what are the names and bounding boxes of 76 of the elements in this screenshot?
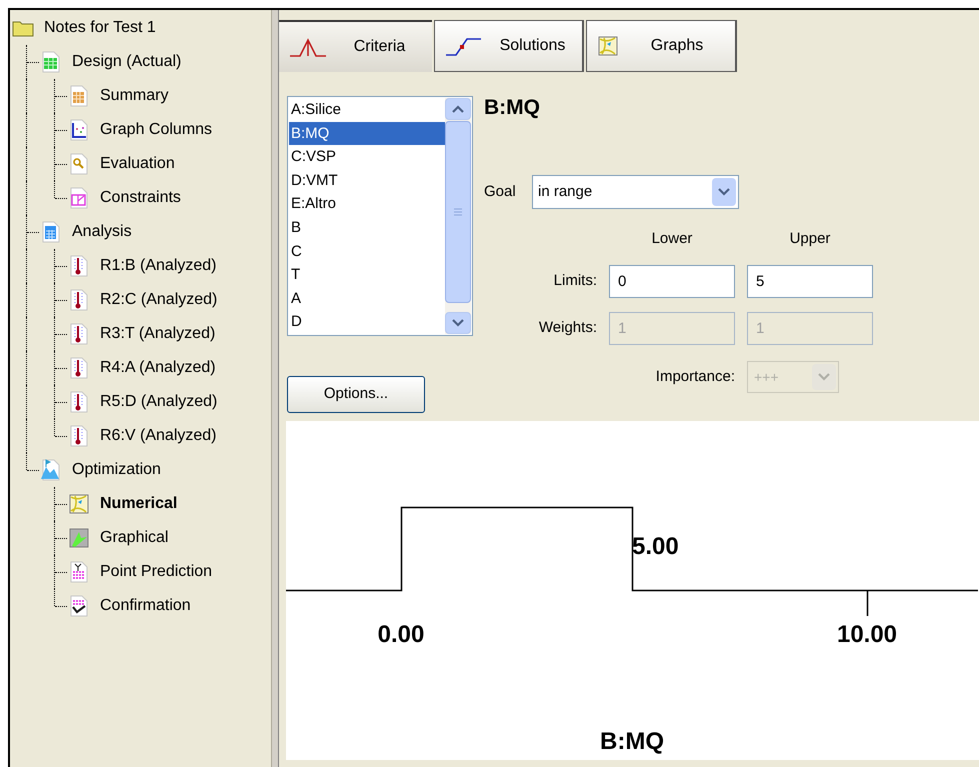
scroll-thumb[interactable] bbox=[445, 121, 471, 303]
tree-item[interactable]: R1:B (Analyzed) bbox=[100, 254, 216, 278]
tree-item[interactable]: Evaluation bbox=[100, 152, 175, 176]
input-field[interactable]: 5 bbox=[747, 265, 873, 298]
tree-item[interactable]: Notes for Test 1 bbox=[44, 16, 156, 40]
scatter-plot-icon bbox=[68, 119, 90, 141]
peak-curve-icon bbox=[289, 36, 327, 58]
limit-label: 5.00 bbox=[632, 534, 679, 560]
list-item[interactable]: D:VMT bbox=[289, 168, 445, 192]
list-item[interactable]: E:Altro bbox=[289, 192, 445, 216]
magnifier-icon bbox=[68, 153, 90, 175]
tree-item[interactable]: Graphical bbox=[100, 526, 168, 550]
mountain-icon bbox=[40, 459, 62, 481]
axis-title: B:MQ bbox=[599, 729, 665, 755]
tree-item[interactable]: R5:D (Analyzed) bbox=[100, 390, 218, 414]
tree-item[interactable]: Analysis bbox=[72, 220, 132, 244]
table-document-icon bbox=[68, 85, 90, 107]
region-icon bbox=[68, 527, 90, 549]
column-header: Lower bbox=[650, 229, 694, 249]
tree-item[interactable]: Point Prediction bbox=[100, 560, 212, 584]
tab[interactable]: Graphs bbox=[586, 20, 737, 72]
grip-icon bbox=[453, 208, 463, 216]
list-item[interactable]: C:VSP bbox=[289, 145, 445, 169]
column-header: Upper bbox=[788, 229, 832, 249]
tree-item[interactable]: R2:C (Analyzed) bbox=[100, 288, 218, 312]
ramp-curve-icon bbox=[445, 35, 483, 57]
list-item[interactable]: A bbox=[289, 286, 445, 310]
scroll-down-button[interactable] bbox=[445, 312, 471, 334]
thermometer-icon bbox=[68, 255, 90, 277]
goal-label: Goal bbox=[484, 182, 517, 202]
row-label: Limits: bbox=[552, 271, 597, 292]
thermometer-icon bbox=[68, 391, 90, 413]
tick-mark bbox=[866, 590, 868, 616]
tree-item[interactable]: Constraints bbox=[100, 186, 181, 210]
prediction-icon bbox=[68, 561, 90, 583]
list-item[interactable]: B bbox=[289, 216, 445, 240]
scroll-up-button[interactable] bbox=[445, 98, 471, 120]
tree-item[interactable]: Graph Columns bbox=[100, 118, 212, 142]
tree-item[interactable]: Summary bbox=[100, 84, 168, 108]
tree-item[interactable]: Design (Actual) bbox=[72, 50, 182, 74]
scrollbar[interactable] bbox=[445, 98, 471, 334]
row-label: Weights: bbox=[538, 318, 597, 338]
tree-item[interactable]: Confirmation bbox=[100, 594, 191, 618]
tree-item[interactable]: Numerical bbox=[100, 492, 178, 516]
list-item[interactable]: B:MQ bbox=[289, 122, 445, 146]
thermometer-icon bbox=[68, 289, 90, 311]
constraints-icon bbox=[68, 187, 90, 209]
tab[interactable]: Solutions bbox=[434, 20, 584, 72]
list-item[interactable]: A:Silice bbox=[289, 98, 445, 122]
splitter-bar[interactable] bbox=[272, 10, 279, 767]
thermometer-icon bbox=[68, 357, 90, 379]
tick-label: 0.00 bbox=[376, 622, 426, 648]
grid-document-icon bbox=[40, 51, 62, 73]
tree-item[interactable]: Optimization bbox=[72, 458, 161, 482]
importance-label: Importance: bbox=[654, 366, 735, 387]
list-item[interactable]: T bbox=[289, 263, 445, 287]
variable-list[interactable]: A:Silice B:MQ C:VSP D:VMT E:Altro B C T A D bbox=[287, 96, 473, 336]
chevron-up-icon bbox=[452, 105, 464, 113]
variable-heading: B:MQ bbox=[484, 96, 540, 120]
tree-item[interactable]: R3:T (Analyzed) bbox=[100, 322, 216, 346]
goal-dropdown[interactable]: in range bbox=[532, 175, 739, 209]
options-button[interactable]: Options... bbox=[287, 376, 425, 413]
tree-item[interactable]: R6:V (Analyzed) bbox=[100, 424, 216, 448]
tick-label: 10.00 bbox=[836, 622, 898, 648]
tree-item[interactable]: R4:A (Analyzed) bbox=[100, 356, 216, 380]
chevron-down-icon bbox=[452, 319, 464, 327]
map-icon bbox=[68, 493, 90, 515]
calculator-icon bbox=[40, 221, 62, 243]
thermometer-icon bbox=[68, 323, 90, 345]
checkmark-document-icon bbox=[68, 595, 90, 617]
tab[interactable]: Criteria bbox=[279, 20, 432, 72]
list-item[interactable]: C bbox=[289, 240, 445, 264]
map-icon bbox=[597, 35, 619, 57]
thermometer-icon bbox=[68, 425, 90, 447]
input-field[interactable]: 0 bbox=[609, 265, 735, 298]
list-item[interactable]: D bbox=[289, 310, 445, 334]
